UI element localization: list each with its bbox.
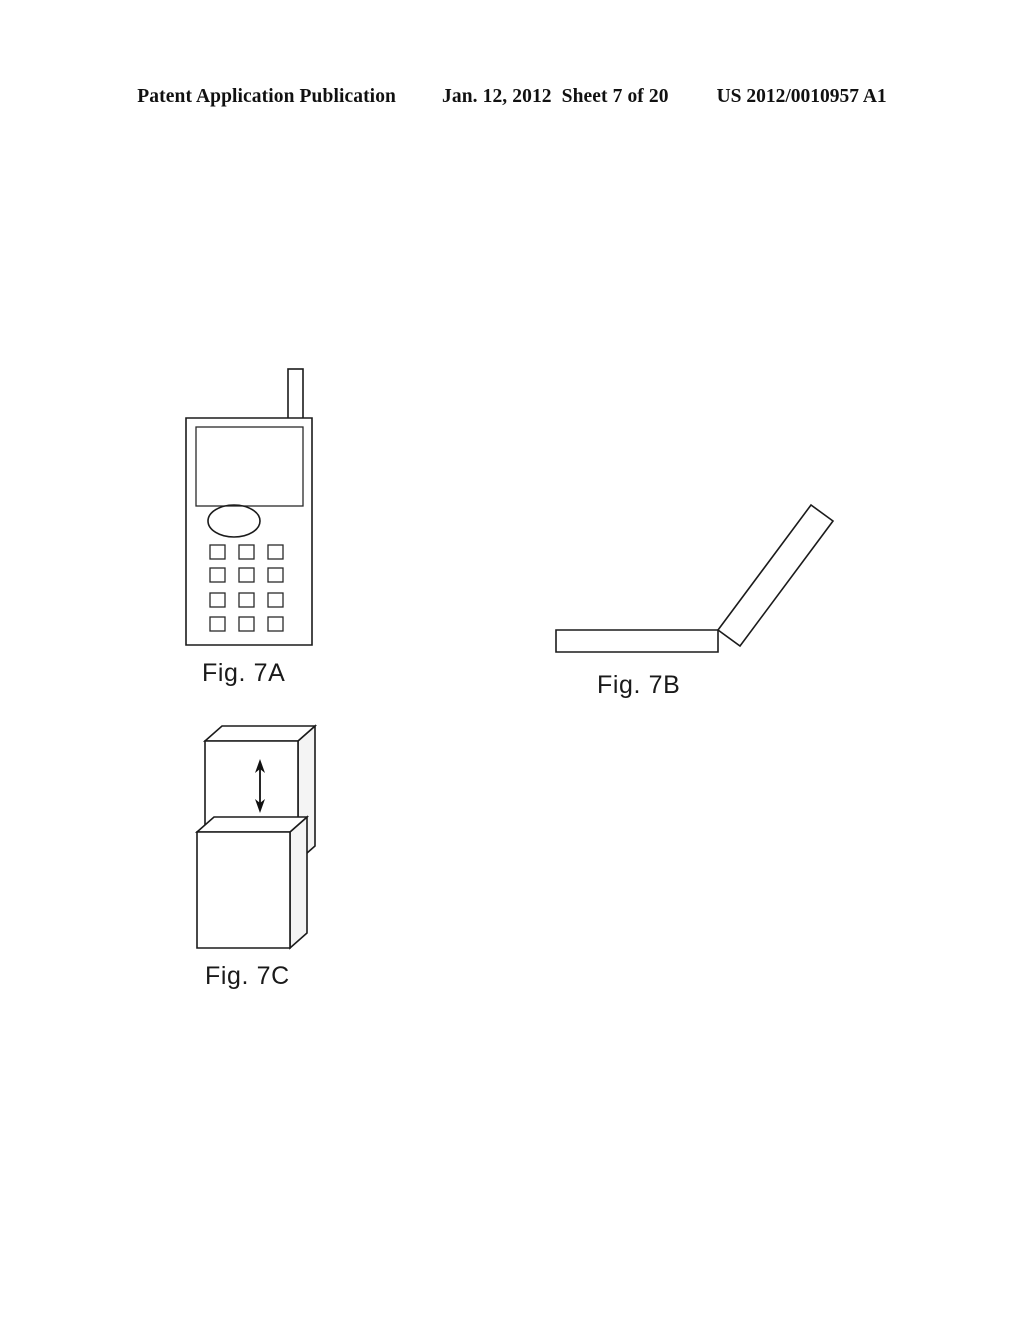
figure-7c: [185, 715, 365, 960]
header-publication-title: Patent Application Publication: [137, 86, 396, 107]
header-sheet-number: Sheet 7 of 20: [561, 86, 669, 107]
flip-phone-base: [555, 629, 719, 653]
header-publication-date: Jan. 12, 2012: [442, 86, 552, 107]
upper-block-top-face: [202, 725, 318, 742]
figure-7b-caption: Fig. 7B: [597, 671, 681, 699]
figure-7b: [540, 490, 870, 670]
lower-block-side-face: [289, 815, 308, 950]
figure-7c-drawing: [194, 724, 318, 950]
phone-antenna: [287, 368, 304, 420]
flip-phone-lid: [716, 503, 835, 648]
page-header: Patent Application Publication Jan. 12, …: [0, 86, 1024, 114]
phone-body: [185, 417, 313, 646]
figure-7a-caption: Fig. 7A: [202, 659, 286, 687]
lower-block-front-face: [196, 831, 291, 949]
figure-7a-drawing: [185, 368, 313, 646]
figure-7a: [160, 355, 360, 695]
upper-block-front-face: [204, 740, 299, 826]
lower-block-top-face: [194, 816, 310, 833]
header-document-number: US 2012/0010957 A1: [716, 86, 887, 107]
figure-7b-drawing: [555, 503, 835, 653]
figure-7c-caption: Fig. 7C: [205, 962, 290, 990]
